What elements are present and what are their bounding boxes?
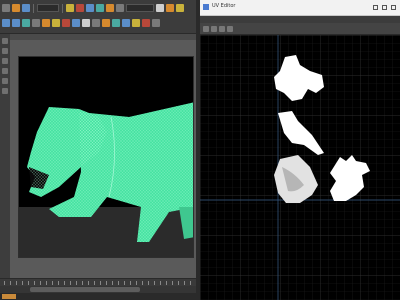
toolbar-separator (62, 3, 63, 13)
select-tool-icon[interactable] (2, 38, 8, 44)
3d-viewport[interactable] (18, 56, 194, 258)
paint-select-icon[interactable] (2, 58, 8, 64)
uv-editor-window: UV Editor (200, 0, 400, 300)
layout-icon[interactable] (166, 4, 174, 12)
shelf-toolbar (0, 0, 196, 34)
extrude-icon[interactable] (62, 19, 70, 27)
file-icon[interactable] (2, 4, 10, 12)
uv-icon[interactable] (132, 19, 140, 27)
toolbar-separator (33, 3, 34, 13)
cylinder-icon[interactable] (22, 19, 30, 27)
maximize-icon[interactable] (382, 5, 387, 10)
range-handle[interactable] (30, 287, 140, 292)
open-icon[interactable] (22, 4, 30, 12)
merge-icon[interactable] (92, 19, 100, 27)
separate-icon[interactable] (112, 19, 120, 27)
move-tool-icon[interactable] (2, 68, 8, 74)
smooth-icon[interactable] (122, 19, 130, 27)
uv-rotate-icon[interactable] (219, 25, 225, 32)
command-line[interactable] (0, 293, 196, 300)
main-app-window (0, 0, 196, 300)
time-slider[interactable] (0, 278, 196, 286)
user-icon[interactable] (156, 4, 164, 12)
combine-icon[interactable] (102, 19, 110, 27)
uv-scale-icon[interactable] (227, 25, 233, 32)
snap-curve-icon[interactable] (76, 4, 84, 12)
close-icon[interactable] (391, 5, 396, 10)
window-title: UV Editor (212, 3, 236, 9)
time-ticks (4, 281, 192, 285)
plane-icon[interactable] (32, 19, 40, 27)
uv-layout[interactable] (200, 35, 400, 300)
scale-tool-icon[interactable] (2, 88, 8, 94)
uv-move-icon[interactable] (211, 25, 217, 32)
render-icon[interactable] (106, 4, 114, 12)
new-scene-icon[interactable] (12, 4, 20, 12)
bevel-icon[interactable] (72, 19, 80, 27)
dinosaur-model[interactable] (19, 57, 194, 258)
uv-canvas[interactable] (200, 35, 400, 300)
sphere-icon[interactable] (2, 19, 10, 27)
mirror-icon[interactable] (152, 19, 160, 27)
mode-selector[interactable] (37, 4, 59, 12)
bridge-icon[interactable] (82, 19, 90, 27)
tool-box (0, 34, 10, 284)
uv-menu-bar[interactable] (200, 16, 400, 23)
app-icon (203, 4, 209, 10)
lasso-tool-icon[interactable] (2, 48, 8, 54)
desktop: UV Editor (0, 0, 400, 300)
torus-icon[interactable] (42, 19, 50, 27)
rotate-tool-icon[interactable] (2, 78, 8, 84)
snap-point-icon[interactable] (86, 4, 94, 12)
cone-icon[interactable] (52, 19, 60, 27)
shelf-row-bottom (2, 17, 160, 29)
history-icon[interactable] (96, 4, 104, 12)
uv-select-icon[interactable] (203, 25, 209, 32)
dinosaur-mesh[interactable] (27, 102, 194, 242)
search-field[interactable] (126, 4, 154, 12)
settings-icon[interactable] (176, 4, 184, 12)
shelf-row-top (2, 2, 184, 14)
uv-editor-titlebar[interactable]: UV Editor (200, 0, 400, 16)
mel-label (2, 294, 16, 299)
ipr-icon[interactable] (116, 4, 124, 12)
minimize-icon[interactable] (373, 5, 378, 10)
paint-icon[interactable] (142, 19, 150, 27)
uv-toolbar (200, 23, 400, 35)
range-slider[interactable] (0, 286, 196, 293)
snap-grid-icon[interactable] (66, 4, 74, 12)
cube-icon[interactable] (12, 19, 20, 27)
